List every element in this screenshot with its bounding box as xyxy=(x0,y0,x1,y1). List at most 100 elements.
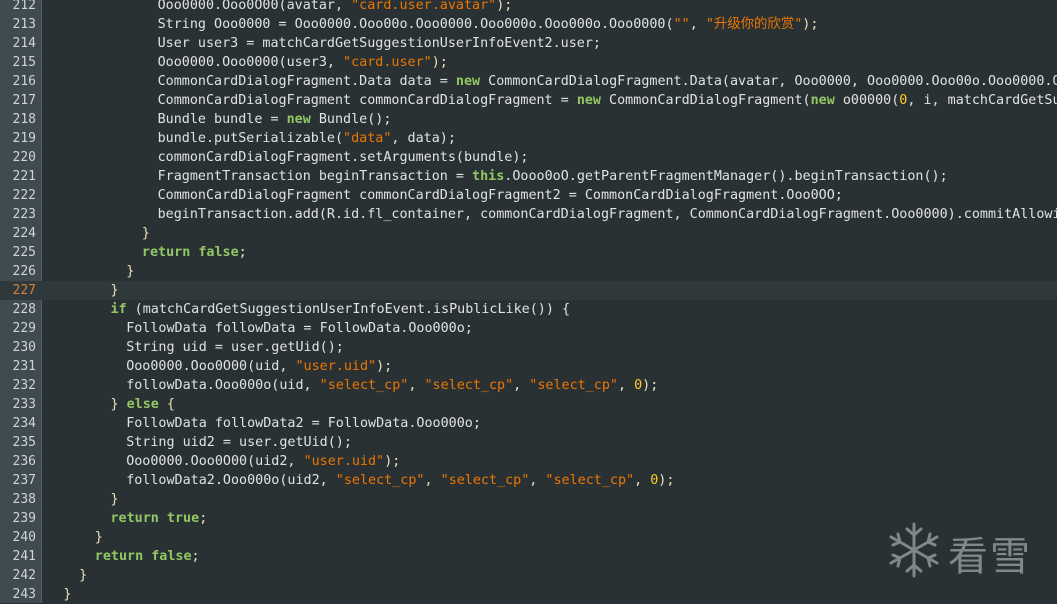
code-token: new xyxy=(576,93,601,108)
code-token: , xyxy=(689,17,706,32)
line-number: 240 xyxy=(12,530,36,545)
code-text: followData.Ooo000o(uid, "select_cp", "se… xyxy=(126,376,658,395)
code-token: Ooo0000.Ooo0O00(uid, xyxy=(126,359,296,374)
code-line[interactable]: 223 beginTransaction.add(R.id.fl_containe… xyxy=(0,205,1057,224)
code-token: ); xyxy=(376,359,393,374)
line-number: 232 xyxy=(12,378,36,393)
code-text: if (matchCardGetSuggestionUserInfoEvent.… xyxy=(111,300,571,319)
code-line[interactable]: 222 CommonCardDialogFragment commonCardDi… xyxy=(0,186,1057,205)
code-token: ); xyxy=(658,473,675,488)
code-line[interactable]: 243} xyxy=(0,585,1057,604)
line-number: 222 xyxy=(12,188,36,203)
code-line[interactable]: 216 CommonCardDialogFragment.Data data = … xyxy=(0,72,1057,91)
code-text: return true; xyxy=(111,509,208,528)
code-token: Ooo0000.Ooo0O00(uid2, xyxy=(126,454,304,469)
line-number: 229 xyxy=(12,321,36,336)
code-token: "select_cp" xyxy=(440,473,530,488)
code-token: ; xyxy=(238,245,247,260)
code-line[interactable]: 224} xyxy=(0,224,1057,243)
code-line[interactable]: 233} else { xyxy=(0,395,1057,414)
code-line[interactable]: 232 followData.Ooo000o(uid, "select_cp", … xyxy=(0,376,1057,395)
code-line[interactable]: 213 String Ooo0000 = Ooo0000.Ooo00o.Ooo00… xyxy=(0,15,1057,34)
code-line[interactable]: 229 FollowData followData = FollowData.Oo… xyxy=(0,319,1057,338)
line-number: 215 xyxy=(12,55,36,70)
code-text: commonCardDialogFragment.setArguments(bu… xyxy=(158,148,529,167)
code-line[interactable]: 217 CommonCardDialogFragment commonCardDi… xyxy=(0,91,1057,110)
code-token: User user3 = matchCardGetSuggestionUserI… xyxy=(157,36,601,51)
code-token: } xyxy=(126,264,135,279)
code-line[interactable]: 230 String uid = user.getUid(); xyxy=(0,338,1057,357)
code-token: ; xyxy=(199,511,208,526)
code-line[interactable]: 237 followData2.Ooo000o(uid2, "select_cp"… xyxy=(0,471,1057,490)
code-token: , i, matchCardGetSuggest xyxy=(907,93,1057,108)
code-token: ); xyxy=(642,378,659,393)
code-token: .Oooo0oO.getParentFragmentManager().begi… xyxy=(504,169,948,184)
code-token: , xyxy=(617,378,635,393)
code-token: } xyxy=(110,283,119,298)
code-token: return true xyxy=(110,511,200,526)
code-token: ); xyxy=(802,17,819,32)
code-token: , data); xyxy=(391,131,456,146)
code-token: CommonCardDialogFragment.Data(avatar, Oo… xyxy=(480,74,1057,89)
code-token: "card.user" xyxy=(343,55,432,70)
code-text: User user3 = matchCardGetSuggestionUserI… xyxy=(158,34,601,53)
line-number: 214 xyxy=(12,36,36,51)
code-token: if xyxy=(110,302,127,317)
code-line[interactable]: 234 FollowData followData2 = FollowData.O… xyxy=(0,414,1057,433)
code-line[interactable]: 219 bundle.putSerializable("data", data); xyxy=(0,129,1057,148)
line-number: 223 xyxy=(12,207,36,222)
code-token: 0 xyxy=(634,378,643,393)
code-line[interactable]: 228 if (matchCardGetSuggestionUserInfoEve… xyxy=(0,300,1057,319)
code-line[interactable]: 212 Ooo0000.Ooo0O00(avatar, "card.user.av… xyxy=(0,0,1057,15)
code-token: "select_cp" xyxy=(545,473,635,488)
code-token: ); xyxy=(431,55,448,70)
code-token: CommonCardDialogFragment commonCardDialo… xyxy=(157,93,577,108)
line-number: 220 xyxy=(12,150,36,165)
code-line[interactable]: 231 Ooo0000.Ooo0O00(uid, "user.uid"); xyxy=(0,357,1057,376)
kanxue-watermark: 看雪 xyxy=(886,520,1036,582)
code-token: Ooo0000.Ooo0000(user3, xyxy=(157,55,344,70)
code-line[interactable]: 238} xyxy=(0,490,1057,509)
code-area[interactable]: 212 Ooo0000.Ooo0O00(avatar, "card.user.av… xyxy=(0,0,1057,604)
code-text: Ooo0000.Ooo0O00(avatar, "card.user.avata… xyxy=(158,0,513,15)
line-number: 216 xyxy=(12,74,36,89)
code-line[interactable]: 218 Bundle bundle = new Bundle(); xyxy=(0,110,1057,129)
code-line[interactable]: 225 return false; xyxy=(0,243,1057,262)
line-number: 236 xyxy=(12,454,36,469)
code-line[interactable]: 220 commonCardDialogFragment.setArguments… xyxy=(0,148,1057,167)
code-line[interactable]: 235 String uid2 = user.getUid(); xyxy=(0,433,1057,452)
line-number: 228 xyxy=(12,302,36,317)
code-token: , xyxy=(424,473,441,488)
code-line[interactable]: 221 FragmentTransaction beginTransaction … xyxy=(0,167,1057,186)
code-token: new xyxy=(455,74,481,89)
code-token: , xyxy=(513,378,530,393)
code-token: o00000( xyxy=(834,93,900,108)
code-text: FollowData followData2 = FollowData.Ooo0… xyxy=(126,414,481,433)
code-line[interactable]: 236 Ooo0000.Ooo0O00(uid2, "user.uid"); xyxy=(0,452,1057,471)
line-number: 225 xyxy=(12,245,36,260)
code-token: return false xyxy=(141,245,239,260)
code-text: return false; xyxy=(95,547,200,566)
code-text: } xyxy=(126,262,134,281)
code-text: } xyxy=(63,585,71,604)
code-line[interactable]: 215 Ooo0000.Ooo0000(user3, "card.user"); xyxy=(0,53,1057,72)
code-token: { xyxy=(158,397,175,412)
line-number: 224 xyxy=(12,226,36,241)
code-token: return false xyxy=(94,549,192,564)
code-token: String Ooo0000 = Ooo0000.Ooo00o.Ooo0000.… xyxy=(157,17,674,32)
code-token: "升级你的欣赏" xyxy=(705,17,803,32)
code-editor[interactable]: 212 Ooo0000.Ooo0O00(avatar, "card.user.av… xyxy=(0,0,1057,603)
code-line[interactable]: 214 User user3 = matchCardGetSuggestionUs… xyxy=(0,34,1057,53)
code-text: followData2.Ooo000o(uid2, "select_cp", "… xyxy=(126,471,674,490)
code-token: new xyxy=(286,112,311,127)
line-number: 242 xyxy=(12,568,36,583)
code-token: } xyxy=(141,226,150,241)
code-token: } xyxy=(110,492,119,507)
code-token: bundle.putSerializable( xyxy=(157,131,344,146)
code-token: ); xyxy=(496,0,513,13)
code-token: "data" xyxy=(343,131,392,146)
code-line[interactable]: 227} xyxy=(0,281,1057,300)
code-text: CommonCardDialogFragment commonCardDialo… xyxy=(158,186,843,205)
code-line[interactable]: 226} xyxy=(0,262,1057,281)
line-number: 212 xyxy=(12,0,36,13)
